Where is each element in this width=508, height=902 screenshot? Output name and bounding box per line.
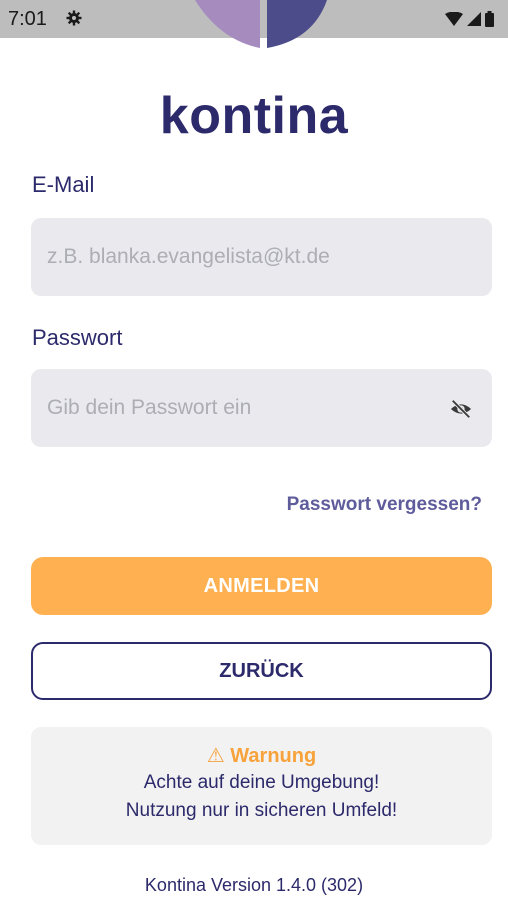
forgot-password-link[interactable]: Passwort vergessen? — [287, 494, 482, 516]
wifi-icon — [445, 12, 463, 26]
status-time: 7:01 — [8, 8, 47, 30]
password-label: Passwort — [32, 325, 123, 350]
logo-mark-icon — [195, 0, 327, 48]
eye-off-icon[interactable] — [450, 398, 472, 420]
signal-icon — [467, 12, 481, 26]
warning-line-1: Achte auf deine Umgebung! — [143, 772, 380, 793]
warning-line-2: Nutzung nur in sicheren Umfeld! — [125, 800, 398, 821]
gear-icon — [66, 10, 82, 26]
back-button-label: ZURÜCK — [219, 659, 304, 682]
version-text: Kontina Version 1.4.0 (302) — [144, 875, 364, 895]
email-field-container — [31, 218, 492, 296]
email-label: E-Mail — [32, 172, 95, 197]
login-button-label: ANMELDEN — [203, 574, 320, 597]
battery-icon — [485, 11, 494, 27]
password-field-container — [31, 369, 492, 447]
warning-title: ⚠ Warnung — [31, 743, 492, 769]
back-button[interactable]: ZURÜCK — [31, 642, 492, 700]
warning-title-text: Warnung — [230, 745, 317, 767]
warning-icon: ⚠ — [206, 745, 225, 767]
login-button[interactable]: ANMELDEN — [31, 557, 492, 615]
password-field[interactable] — [47, 369, 427, 447]
brand-logo: kontina — [159, 87, 349, 145]
email-field[interactable] — [47, 218, 427, 296]
warning-box: ⚠ Warnung Achte auf deine Umgebung! Nutz… — [31, 727, 492, 845]
